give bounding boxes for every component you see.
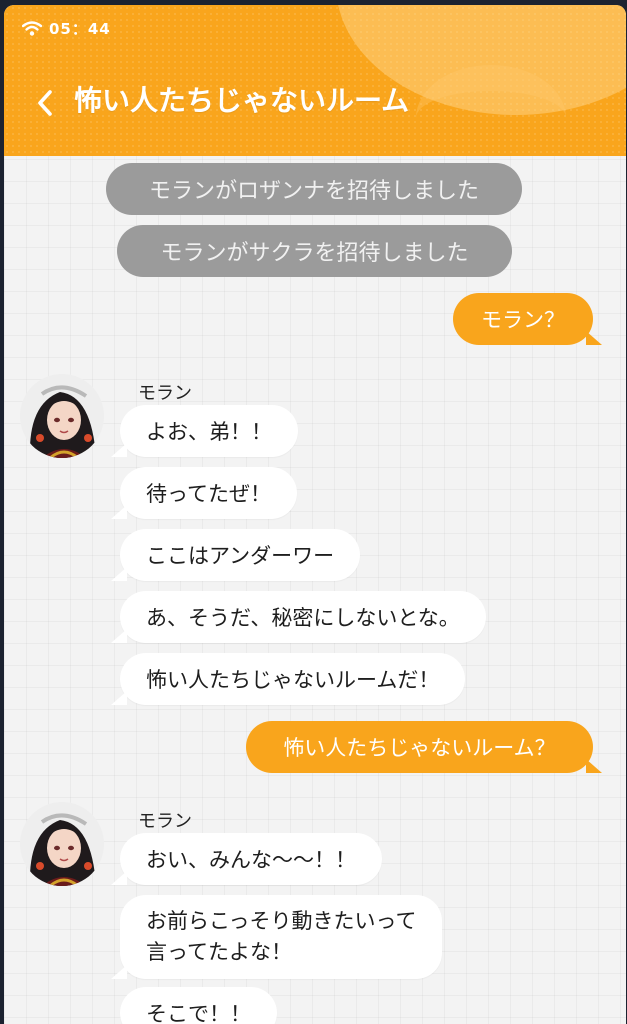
message-text-line: お前らこっそり動きたいって — [146, 909, 417, 933]
message-text: そこで！！ — [146, 1002, 251, 1024]
sender-name: モラン — [138, 811, 192, 832]
incoming-message[interactable]: お前らこっそり動きたいって 言ってたよな！ — [111, 895, 443, 979]
character-avatar-icon — [20, 802, 104, 886]
message-text-line: 言ってたよな！ — [146, 940, 292, 964]
avatar[interactable] — [20, 802, 104, 886]
system-message: モランがサクラを招待しました — [117, 225, 512, 277]
bubble-tail — [111, 505, 127, 519]
incoming-message[interactable]: ここはアンダーワー — [111, 529, 361, 581]
system-message: モランがロザンナを招待しました — [106, 163, 522, 215]
incoming-message[interactable]: 怖い人たちじゃないルームだ！ — [111, 653, 466, 705]
outgoing-message[interactable]: 怖い人たちじゃないルーム？ — [246, 721, 602, 773]
bubble-tail — [111, 443, 127, 457]
message-text: モラン？ — [481, 308, 565, 332]
outgoing-message[interactable]: モラン？ — [453, 293, 602, 345]
message-text: 怖い人たちじゃないルームだ！ — [146, 668, 440, 692]
avatar[interactable] — [20, 374, 104, 458]
incoming-message[interactable]: あ、そうだ、秘密にしないとな。 — [111, 591, 486, 643]
incoming-message[interactable]: そこで！！ — [120, 987, 277, 1024]
sender-name: モラン — [138, 383, 192, 404]
message-text: 怖い人たちじゃないルーム？ — [283, 736, 556, 760]
message-text: よお、弟！！ — [146, 420, 272, 444]
message-text: ここはアンダーワー — [146, 544, 335, 568]
incoming-message[interactable]: 待ってたぜ！ — [111, 467, 297, 519]
incoming-message[interactable]: よお、弟！！ — [111, 405, 298, 457]
bubble-tail — [111, 567, 127, 581]
message-text: 待ってたぜ！ — [146, 482, 271, 506]
bubble-tail — [111, 871, 127, 885]
bubble-tail — [586, 331, 602, 345]
status-bar: 05：44 — [22, 18, 111, 39]
chat-header: 05：44 怖い人たちじゃないルーム — [4, 5, 626, 156]
back-button[interactable] — [30, 83, 60, 123]
chat-screen: 05：44 怖い人たちじゃないルーム モランがロザンナを招待しました モランがサ… — [4, 5, 626, 1024]
bubble-tail — [111, 965, 127, 979]
bubble-tail — [111, 629, 127, 643]
bubble-tail — [586, 759, 602, 773]
chevron-left-icon — [38, 90, 52, 116]
chat-room-title: 怖い人たちじゃないルーム — [74, 84, 410, 117]
message-text: おい、みんな～～！！ — [146, 848, 356, 872]
character-avatar-icon — [20, 374, 104, 458]
message-text: あ、そうだ、秘密にしないとな。 — [146, 606, 460, 630]
incoming-message[interactable]: おい、みんな～～！！ — [111, 833, 382, 885]
status-time: 05：44 — [49, 20, 111, 38]
bubble-tail — [111, 691, 127, 705]
wifi-icon — [22, 21, 42, 36]
